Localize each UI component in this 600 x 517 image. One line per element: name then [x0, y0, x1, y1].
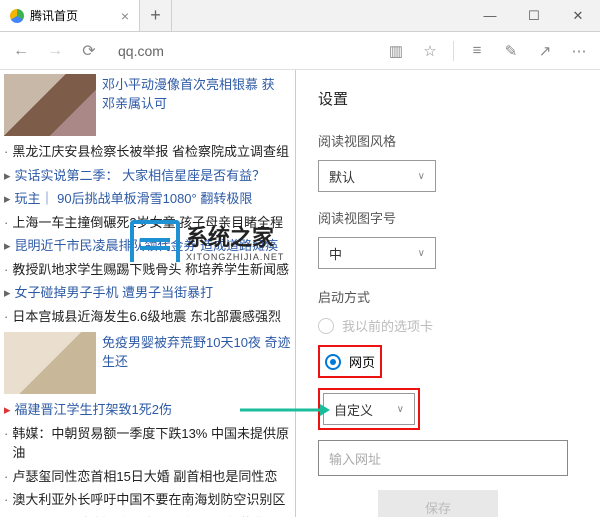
watermark-logo-icon — [130, 220, 180, 262]
bullet-icon: · — [4, 467, 8, 487]
news-item[interactable]: ▸玩主｜ 90后挑战单板滑雪1080° 翻转极限 — [4, 187, 293, 211]
reading-size-select[interactable]: 中 ∨ — [318, 237, 436, 269]
settings-panel: 设置 阅读视图风格 默认 ∨ 阅读视图字号 中 ∨ 启动方式 我以前的选项卡 网… — [295, 70, 600, 517]
reading-style-label: 阅读视图风格 — [318, 131, 578, 150]
highlight-webpage-option: 网页 — [318, 345, 382, 378]
more-icon[interactable]: ⋯ — [564, 36, 594, 66]
bullet-icon: · — [4, 213, 8, 233]
feature-title: 免疫男婴被弃荒野10天10夜 奇迹 — [102, 332, 291, 351]
watermark-subtitle: XITONGZHIJIA.NET — [186, 252, 284, 262]
news-item[interactable]: ·澳大利亚外长呼吁中国不要在南海划防空识别区 — [4, 488, 293, 512]
minimize-button[interactable]: — — [468, 0, 512, 31]
news-link: 澳大利亚外长呼吁中国不要在南海划防空识别区 — [12, 490, 285, 510]
favorites-icon[interactable]: ☆ — [415, 36, 445, 66]
feature-title: 生还 — [102, 351, 291, 370]
chevron-down-icon: ∨ — [397, 404, 404, 415]
startup-custom-select[interactable]: 自定义 ∨ — [323, 393, 415, 425]
news-link: 韩媒：中朝贸易额一季度下跌13% 中国未提供原油 — [12, 424, 293, 463]
highlight-custom-select: 自定义 ∨ — [318, 388, 420, 430]
news-item[interactable]: ·日本宫城县近海发生6.6级地震 东北部震感强烈 — [4, 305, 293, 329]
news-link: 组图：男子自制动力三角翼飞行器 一年花费20万 — [15, 514, 293, 517]
feature-title: 邓小平动漫像首次亮相银慕 获 — [102, 74, 275, 93]
chevron-down-icon: ∨ — [418, 171, 425, 182]
reading-view-icon[interactable]: ▥ — [381, 36, 411, 66]
address-bar: ← → ⟳ qq.com ▥ ☆ ≡ ✎ ↗ ⋯ — [0, 32, 600, 70]
bullet-icon: · — [4, 424, 8, 444]
reading-size-label: 阅读视图字号 — [318, 208, 578, 227]
feature-title: 邓亲属认可 — [102, 93, 275, 112]
window-controls: — ☐ ✕ — [468, 0, 600, 31]
bullet-icon: · — [4, 490, 8, 510]
news-link: 福建晋江学生打架致1死2伤 — [15, 400, 172, 420]
featured-news-1[interactable]: 邓小平动漫像首次亮相银慕 获 邓亲属认可 — [4, 74, 293, 136]
news-link: 实话实说第二季： 大家相信星座是否有益？ — [15, 166, 266, 186]
title-bar: 腾讯首页 × + — ☐ ✕ — [0, 0, 600, 32]
bullet-icon: ▸ — [4, 283, 11, 303]
radio-label: 网页 — [349, 352, 375, 371]
separator — [453, 41, 454, 61]
hub-icon[interactable]: ≡ — [462, 36, 492, 66]
radio-webpage[interactable]: 网页 — [325, 352, 375, 371]
maximize-button[interactable]: ☐ — [512, 0, 556, 31]
tab-title: 腾讯首页 — [30, 7, 78, 24]
content-area: 邓小平动漫像首次亮相银慕 获 邓亲属认可 ·黑龙江庆安县检察长被举报 省检察院成… — [0, 70, 600, 517]
news-link: 黑龙江庆安县检察长被举报 省检察院成立调查组 — [12, 142, 289, 162]
news-column: 邓小平动漫像首次亮相银慕 获 邓亲属认可 ·黑龙江庆安县检察长被举报 省检察院成… — [0, 70, 295, 517]
bullet-icon: ▸ — [4, 166, 11, 186]
select-value: 中 — [329, 244, 342, 263]
bullet-icon: · — [4, 260, 8, 280]
browser-tab[interactable]: 腾讯首页 × — [0, 0, 140, 31]
homepage-url-input[interactable]: 输入网址 — [318, 440, 568, 476]
bullet-icon: ▸ — [4, 236, 11, 256]
refresh-button[interactable]: ⟳ — [74, 36, 104, 66]
input-placeholder: 输入网址 — [329, 449, 381, 468]
reading-style-select[interactable]: 默认 ∨ — [318, 160, 436, 192]
forward-button[interactable]: → — [40, 36, 70, 66]
startup-label: 启动方式 — [318, 287, 578, 306]
news-item[interactable]: ·韩媒：中朝贸易额一季度下跌13% 中国未提供原油 — [4, 422, 293, 465]
news-link: 日本宫城县近海发生6.6级地震 东北部震感强烈 — [12, 307, 281, 327]
new-tab-button[interactable]: + — [140, 0, 172, 31]
chevron-down-icon: ∨ — [418, 248, 425, 259]
bullet-icon: · — [4, 142, 8, 162]
bullet-icon: ▸ — [4, 189, 11, 209]
news-item[interactable]: ·卢瑟玺同性恋首相15日大婚 副首相也是同性恋 — [4, 465, 293, 489]
select-value: 自定义 — [334, 400, 373, 419]
tencent-favicon-icon — [10, 9, 24, 23]
news-thumbnail-icon — [4, 332, 96, 394]
featured-news-2[interactable]: 免疫男婴被弃荒野10天10夜 奇迹 生还 — [4, 332, 293, 394]
bullet-icon: ▸ — [4, 514, 11, 517]
close-window-button[interactable]: ✕ — [556, 0, 600, 31]
webnote-icon[interactable]: ✎ — [496, 36, 526, 66]
news-link: 女子碰掉男子手机 遭男子当街暴打 — [15, 283, 214, 303]
bullet-icon: ▸ — [4, 400, 11, 420]
radio-label: 我以前的选项卡 — [342, 316, 433, 335]
news-item[interactable]: ▸女子碰掉男子手机 遭男子当街暴打 — [4, 281, 293, 305]
annotation-arrow-icon — [240, 400, 330, 420]
save-button[interactable]: 保存 — [378, 490, 498, 517]
watermark-title: 系统之家 — [186, 220, 284, 252]
share-icon[interactable]: ↗ — [530, 36, 560, 66]
select-value: 默认 — [329, 167, 355, 186]
radio-selected-icon — [325, 354, 341, 370]
news-link: 教授趴地求学生赐踢下贱骨头 称培养学生新闻感 — [12, 260, 289, 280]
url-input[interactable]: qq.com — [118, 43, 367, 59]
news-link: 玩主｜ 90后挑战单板滑雪1080° 翻转极限 — [15, 189, 253, 209]
news-item[interactable]: ▸实话实说第二季： 大家相信星座是否有益？ — [4, 164, 293, 188]
watermark: 系统之家 XITONGZHIJIA.NET — [130, 220, 284, 262]
close-tab-icon[interactable]: × — [121, 8, 129, 24]
bullet-icon: · — [4, 307, 8, 327]
news-item[interactable]: ▸ 组图：男子自制动力三角翼飞行器 一年花费20万 — [4, 512, 293, 517]
radio-icon — [318, 318, 334, 334]
news-link: 卢瑟玺同性恋首相15日大婚 副首相也是同性恋 — [12, 467, 277, 487]
radio-previous-tabs[interactable]: 我以前的选项卡 — [318, 316, 578, 335]
news-thumbnail-icon — [4, 74, 96, 136]
news-item[interactable]: ·黑龙江庆安县检察长被举报 省检察院成立调查组 — [4, 140, 293, 164]
settings-title: 设置 — [318, 88, 578, 109]
back-button[interactable]: ← — [6, 36, 36, 66]
